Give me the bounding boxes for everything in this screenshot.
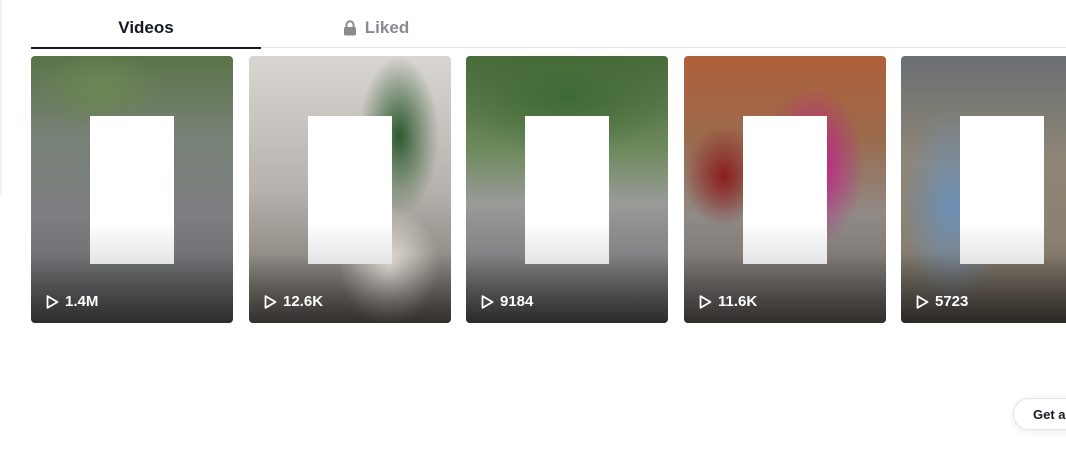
play-icon (46, 294, 59, 309)
get-app-button[interactable]: Get a (1013, 398, 1066, 430)
video-card[interactable]: 12.6K (249, 56, 451, 323)
play-icon (264, 294, 277, 309)
play-icon (916, 294, 929, 309)
play-icon (481, 294, 494, 309)
profile-tabs: Videos Liked (31, 8, 1066, 49)
view-count: 5723 (916, 293, 968, 310)
video-card[interactable]: 5723 (901, 56, 1066, 323)
redacted-block (743, 116, 827, 264)
page-edge-divider (0, 0, 2, 195)
view-count: 12.6K (264, 293, 323, 310)
view-count: 11.6K (699, 293, 757, 310)
tab-liked-label: Liked (364, 18, 410, 37)
lock-icon (343, 20, 357, 36)
view-count-value: 5723 (935, 293, 969, 310)
redacted-block (308, 116, 392, 264)
active-tab-indicator (31, 47, 261, 49)
get-app-label: Get a (1033, 406, 1066, 422)
view-count-value: 11.6K (718, 293, 758, 310)
view-count-value: 9184 (500, 293, 534, 310)
redacted-block (90, 116, 174, 264)
redacted-block (525, 116, 609, 264)
video-card[interactable]: 1.4M (31, 56, 233, 323)
video-grid: 1.4M 12.6K 9184 11.6K 5723 (31, 56, 1066, 323)
tab-videos[interactable]: Videos (31, 8, 261, 48)
video-card[interactable]: 11.6K (684, 56, 886, 323)
view-count-value: 12.6K (283, 293, 324, 310)
video-card[interactable]: 9184 (466, 56, 668, 323)
view-count: 1.4M (46, 293, 98, 310)
tab-videos-label: Videos (118, 18, 174, 37)
tab-liked[interactable]: Liked (261, 8, 491, 48)
play-icon (699, 294, 712, 309)
view-count: 9184 (481, 293, 533, 310)
redacted-block (960, 116, 1044, 264)
view-count-value: 1.4M (65, 293, 99, 310)
